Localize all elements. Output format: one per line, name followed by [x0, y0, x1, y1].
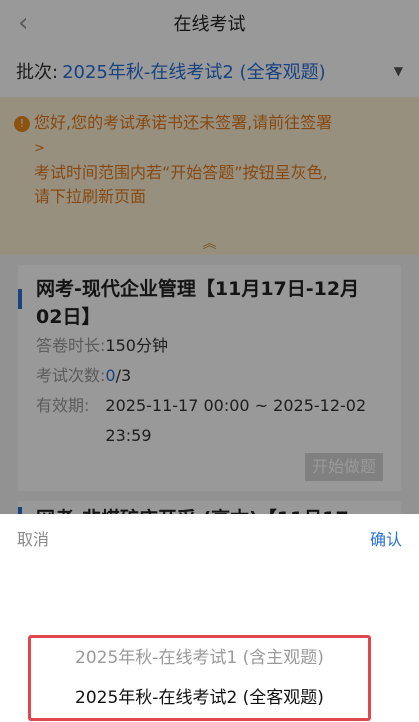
picker-option-selected[interactable]: 2025年秋-在线考试2 (全客观题) — [31, 678, 368, 718]
cancel-button[interactable]: 取消 — [17, 526, 49, 550]
confirm-button[interactable]: 确认 — [370, 526, 402, 550]
picker-options[interactable]: 2025年秋-在线考试1 (含主观题) 2025年秋-在线考试2 (全客观题) — [28, 635, 371, 721]
picker-option[interactable]: 2025年秋-在线考试1 (含主观题) — [31, 638, 368, 678]
picker-toolbar: 取消 确认 — [0, 514, 419, 562]
batch-picker: 取消 确认 2025年秋-在线考试1 (含主观题) 2025年秋-在线考试2 (… — [0, 514, 419, 722]
